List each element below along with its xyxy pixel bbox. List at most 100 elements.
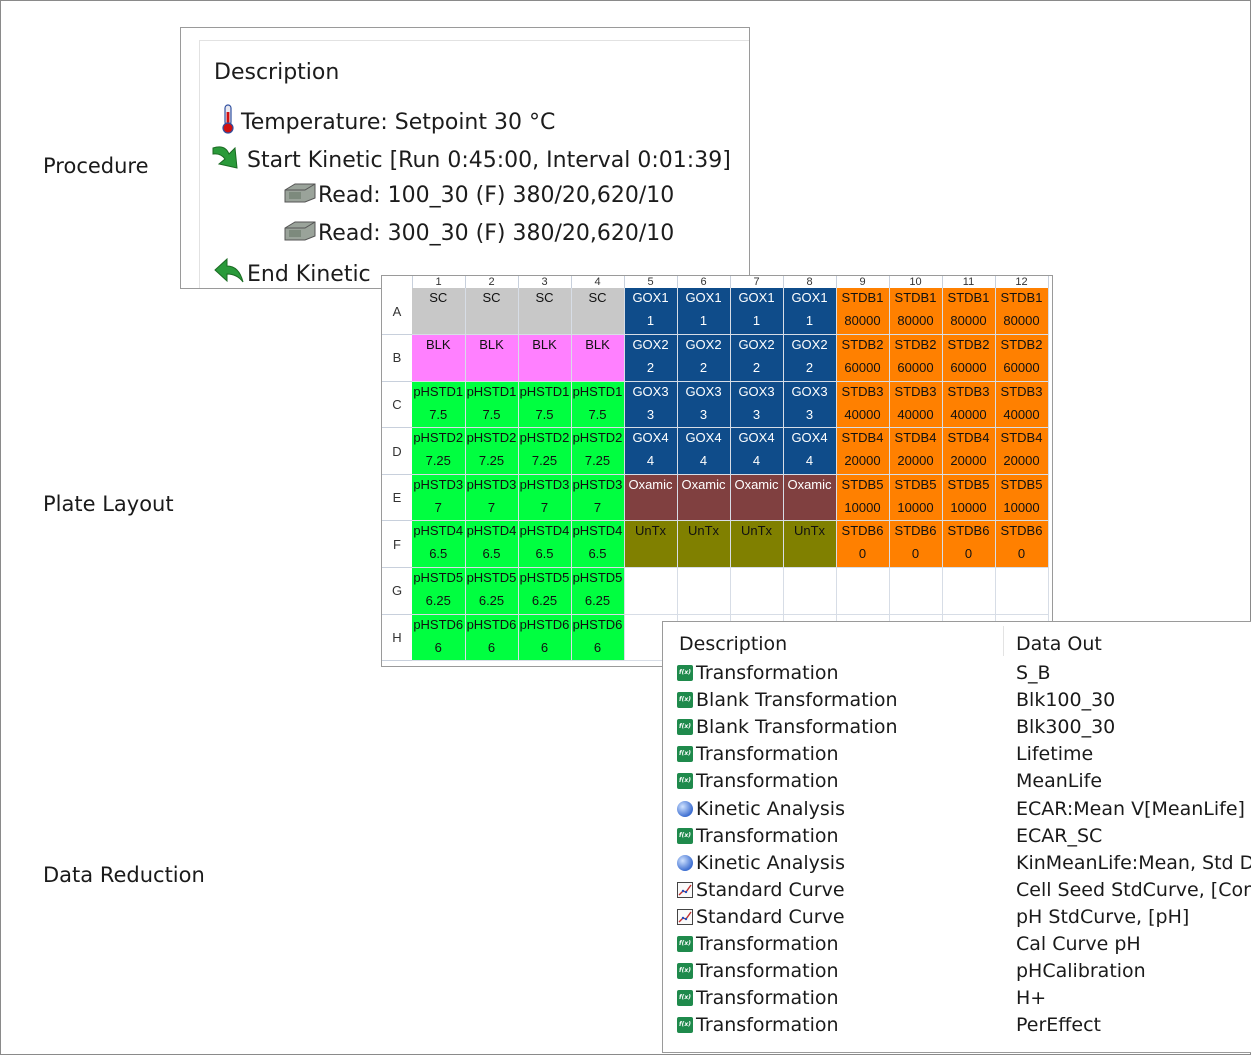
data-reduction-row[interactable]: f(x) Blank Transformation Blk100_30 (663, 687, 1251, 714)
plate-well[interactable]: SC (571, 288, 625, 336)
plate-well[interactable]: STDB2 60000 (942, 334, 996, 382)
plate-well[interactable]: STDB6 0 (836, 520, 890, 569)
plate-well[interactable]: UnTx (783, 520, 837, 569)
plate-well[interactable]: GOX1 1 (677, 288, 731, 336)
procedure-step-read-100[interactable]: Read: 100_30 (F) 380/20,620/10 (283, 180, 674, 210)
plate-well[interactable]: pHSTD4 6.5 (465, 520, 519, 569)
data-reduction-row[interactable]: f(x) Transformation PerEffect (663, 1012, 1251, 1039)
description-column-header[interactable]: Description (679, 633, 787, 655)
plate-well[interactable]: pHSTD2 7.25 (518, 427, 572, 475)
data-out-column-header[interactable]: Data Out (1016, 633, 1102, 655)
plate-well[interactable] (783, 567, 837, 615)
plate-well[interactable]: pHSTD3 7 (571, 474, 625, 522)
plate-well[interactable]: pHSTD3 7 (518, 474, 572, 522)
plate-well[interactable]: BLK (518, 334, 572, 382)
plate-well[interactable]: pHSTD6 6 (571, 614, 625, 662)
plate-well[interactable]: GOX2 2 (730, 334, 784, 382)
plate-well[interactable]: pHSTD1 7.5 (412, 381, 466, 429)
plate-well[interactable]: STDB6 0 (942, 520, 996, 569)
procedure-step-end-kinetic[interactable]: End Kinetic (211, 256, 371, 288)
data-reduction-row[interactable]: f(x) Transformation MeanLife (663, 768, 1251, 795)
plate-well[interactable] (995, 567, 1049, 615)
plate-well[interactable]: STDB5 10000 (889, 474, 943, 522)
plate-well[interactable]: STDB4 20000 (995, 427, 1049, 475)
data-reduction-row[interactable]: f(x) Transformation H+ (663, 985, 1251, 1012)
plate-well[interactable]: pHSTD6 6 (412, 614, 466, 662)
plate-well[interactable]: STDB1 80000 (889, 288, 943, 336)
plate-well[interactable]: pHSTD3 7 (465, 474, 519, 522)
plate-well[interactable]: GOX4 4 (783, 427, 837, 475)
plate-well[interactable]: STDB2 60000 (889, 334, 943, 382)
plate-well[interactable]: BLK (412, 334, 466, 382)
plate-well[interactable]: STDB1 80000 (995, 288, 1049, 336)
data-reduction-row[interactable]: f(x) Transformation S_B (663, 660, 1251, 687)
plate-well[interactable]: SC (465, 288, 519, 336)
plate-well[interactable]: pHSTD3 7 (412, 474, 466, 522)
plate-well[interactable]: pHSTD6 6 (518, 614, 572, 662)
plate-well[interactable]: GOX1 1 (730, 288, 784, 336)
plate-well[interactable]: STDB5 10000 (995, 474, 1049, 522)
plate-well[interactable]: pHSTD5 6.25 (412, 567, 466, 615)
plate-well[interactable]: Oxamic (730, 474, 784, 522)
plate-well[interactable]: GOX1 1 (624, 288, 678, 336)
data-reduction-row[interactable]: Standard Curve Cell Seed StdCurve, [Conc.… (663, 877, 1251, 904)
plate-well[interactable]: GOX3 3 (730, 381, 784, 429)
plate-well[interactable]: GOX4 4 (677, 427, 731, 475)
plate-well[interactable]: pHSTD6 6 (465, 614, 519, 662)
plate-well[interactable]: Oxamic (783, 474, 837, 522)
data-reduction-row[interactable]: f(x) Transformation ECAR_SC (663, 823, 1251, 850)
plate-well[interactable]: STDB5 10000 (836, 474, 890, 522)
procedure-step-temperature[interactable]: Temperature: Setpoint 30 °C (219, 104, 555, 140)
plate-well[interactable]: STDB2 60000 (995, 334, 1049, 382)
procedure-step-read-300[interactable]: Read: 300_30 (F) 380/20,620/10 (283, 218, 674, 248)
plate-well[interactable]: pHSTD2 7.25 (571, 427, 625, 475)
plate-well[interactable]: Oxamic (677, 474, 731, 522)
plate-well[interactable]: STDB4 20000 (836, 427, 890, 475)
plate-well[interactable]: GOX2 2 (624, 334, 678, 382)
plate-well[interactable]: SC (412, 288, 466, 336)
plate-well[interactable]: pHSTD2 7.25 (412, 427, 466, 475)
plate-well[interactable] (624, 567, 678, 615)
plate-well[interactable]: UnTx (730, 520, 784, 569)
data-reduction-row[interactable]: f(x) Blank Transformation Blk300_30 (663, 714, 1251, 741)
plate-well[interactable] (677, 567, 731, 615)
plate-well[interactable]: UnTx (624, 520, 678, 569)
plate-well[interactable]: STDB3 40000 (836, 381, 890, 429)
plate-well[interactable]: STDB6 0 (889, 520, 943, 569)
plate-well[interactable]: STDB3 40000 (889, 381, 943, 429)
plate-well[interactable] (889, 567, 943, 615)
plate-well[interactable]: GOX1 1 (783, 288, 837, 336)
plate-well[interactable]: GOX3 3 (624, 381, 678, 429)
plate-well[interactable]: pHSTD5 6.25 (518, 567, 572, 615)
plate-well[interactable]: STDB1 80000 (942, 288, 996, 336)
plate-well[interactable]: STDB6 0 (995, 520, 1049, 569)
plate-well[interactable]: pHSTD4 6.5 (571, 520, 625, 569)
plate-well[interactable]: STDB5 10000 (942, 474, 996, 522)
plate-well[interactable]: STDB4 20000 (942, 427, 996, 475)
plate-well[interactable]: GOX2 2 (783, 334, 837, 382)
plate-well[interactable]: GOX3 3 (677, 381, 731, 429)
data-reduction-row[interactable]: Standard Curve pH StdCurve, [pH] (663, 904, 1251, 931)
plate-well[interactable] (942, 567, 996, 615)
data-reduction-row[interactable]: Kinetic Analysis ECAR:Mean V[MeanLife] (663, 796, 1251, 823)
plate-well[interactable]: GOX2 2 (677, 334, 731, 382)
plate-well[interactable]: STDB3 40000 (942, 381, 996, 429)
plate-well[interactable]: GOX4 4 (624, 427, 678, 475)
plate-well[interactable]: GOX4 4 (730, 427, 784, 475)
procedure-step-start-kinetic[interactable]: Start Kinetic [Run 0:45:00, Interval 0:0… (211, 142, 731, 178)
plate-well[interactable]: pHSTD5 6.25 (465, 567, 519, 615)
plate-well[interactable]: STDB4 20000 (889, 427, 943, 475)
plate-well[interactable]: UnTx (677, 520, 731, 569)
plate-well[interactable]: pHSTD5 6.25 (571, 567, 625, 615)
plate-well[interactable]: STDB1 80000 (836, 288, 890, 336)
plate-well[interactable]: Oxamic (624, 474, 678, 522)
plate-well[interactable]: GOX3 3 (783, 381, 837, 429)
data-reduction-row[interactable]: f(x) Transformation Cal Curve pH (663, 931, 1251, 958)
plate-well[interactable]: BLK (571, 334, 625, 382)
data-reduction-row[interactable]: f(x) Transformation pHCalibration (663, 958, 1251, 985)
plate-well[interactable]: pHSTD1 7.5 (518, 381, 572, 429)
data-reduction-row[interactable]: f(x) Transformation Lifetime (663, 741, 1251, 768)
plate-well[interactable]: pHSTD1 7.5 (571, 381, 625, 429)
plate-well[interactable] (836, 567, 890, 615)
plate-well[interactable] (730, 567, 784, 615)
